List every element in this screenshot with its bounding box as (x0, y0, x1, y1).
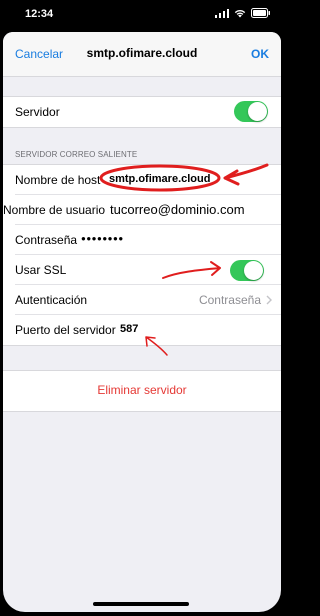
wifi-icon (234, 9, 246, 17)
port-field[interactable]: 587 (120, 323, 138, 335)
settings-sheet: Cancelar smtp.ofimare.cloud OK Servidor … (3, 32, 281, 612)
delete-server-button[interactable]: Eliminar servidor (3, 383, 281, 397)
ssl-label: Usar SSL (15, 263, 67, 277)
auth-row[interactable]: Autenticación Contraseña (3, 285, 281, 315)
home-indicator (93, 602, 189, 606)
status-time: 12:34 (25, 8, 54, 20)
auth-value: Contraseña (198, 293, 261, 307)
password-row[interactable]: Contraseña ●●●●●●●● (3, 225, 281, 255)
outgoing-server-group: Nombre de host smtp.ofimare.cloud Nombre… (3, 164, 281, 346)
host-row[interactable]: Nombre de host smtp.ofimare.cloud (3, 165, 281, 195)
server-group: Servidor (3, 96, 281, 128)
server-row: Servidor (3, 97, 281, 127)
toggle-knob (248, 102, 267, 121)
server-toggle[interactable] (234, 101, 268, 122)
screen: 12:34 Cancelar smtp.ofimare.cloud OK Ser… (3, 0, 281, 612)
username-row[interactable]: Nombre de usuario tucorreo@dominio.com (3, 195, 281, 225)
host-field[interactable]: smtp.ofimare.cloud (109, 173, 210, 185)
port-row[interactable]: Puerto del servidor 587 (3, 315, 281, 345)
delete-group: Eliminar servidor (3, 370, 281, 412)
nav-bar: Cancelar smtp.ofimare.cloud OK (3, 32, 281, 77)
server-label: Servidor (15, 105, 60, 119)
auth-label: Autenticación (15, 293, 88, 307)
ssl-row: Usar SSL (3, 255, 281, 285)
password-label: Contraseña (15, 233, 78, 247)
password-field[interactable]: ●●●●●●●● (81, 234, 124, 243)
host-label: Nombre de host (15, 173, 101, 187)
status-bar: 12:34 (3, 0, 281, 30)
section-header: SERVIDOR CORREO SALIENTE (15, 150, 138, 159)
phone-frame: 12:34 Cancelar smtp.ofimare.cloud OK Ser… (0, 0, 284, 616)
username-field[interactable]: tucorreo@dominio.com (110, 202, 245, 217)
username-label: Nombre de usuario (3, 203, 106, 217)
signal-icon (215, 8, 229, 18)
status-icons (215, 8, 271, 18)
ok-button[interactable]: OK (251, 47, 269, 61)
notch (79, 0, 205, 22)
port-label: Puerto del servidor (15, 323, 116, 337)
battery-icon (251, 8, 270, 18)
chevron-right-icon (266, 295, 272, 305)
ssl-toggle[interactable] (230, 260, 264, 281)
toggle-knob (244, 261, 263, 280)
nav-title: smtp.ofimare.cloud (86, 46, 198, 60)
